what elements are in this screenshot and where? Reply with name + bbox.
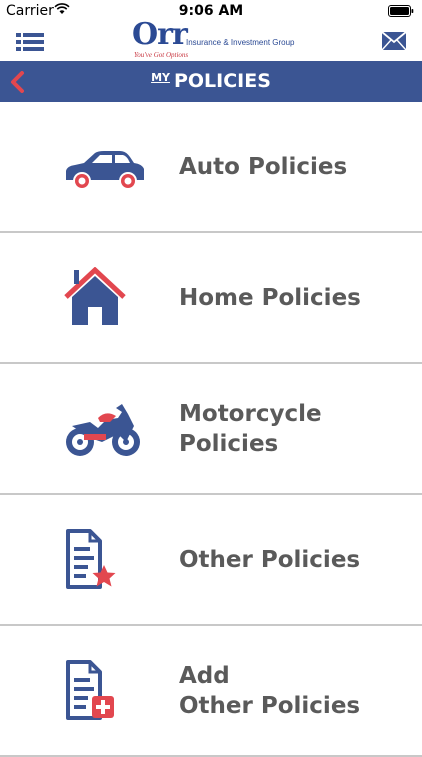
title-text: POLICIES [173,70,271,92]
motorcycle-icon [62,398,144,460]
menu-item-other-policies[interactable]: Other Policies [0,495,422,626]
document-add-icon [62,660,144,722]
hamburger-icon [16,33,44,56]
battery-icon [388,5,414,21]
menu-item-add-other-policies[interactable]: Add Other Policies [0,626,422,757]
logo-subtitle: Insurance & Investment Group [186,38,295,47]
menu-item-label: Motorcycle Policies [179,400,322,457]
title-prefix: MY [151,71,170,84]
company-logo: Orr Insurance & Investment Group You've … [132,17,295,61]
menu-item-auto-policies[interactable]: Auto Policies [0,102,422,233]
mail-button[interactable] [381,31,407,51]
menu-item-label: Add Other Policies [179,662,361,719]
envelope-icon [381,31,407,55]
menu-item-label: Other Policies [179,546,361,573]
menu-item-label: Home Policies [179,284,361,311]
menu-button[interactable] [16,32,44,52]
page-title-bar: MY POLICIES [0,61,422,102]
menu-item-label: Auto Policies [179,153,348,180]
menu-item-motorcycle-policies[interactable]: Motorcycle Policies [0,364,422,495]
logo-wordmark: Orr [132,17,188,52]
document-star-icon [62,529,144,591]
clock: 9:06 AM [178,3,244,19]
house-icon [62,266,144,329]
logo-tagline: You've Got Options [134,51,189,59]
app-header: Orr Insurance & Investment Group You've … [0,17,422,61]
page-title: MY POLICIES [0,61,422,102]
car-icon [62,136,144,198]
status-bar: Carrier 9:06 AM [0,0,422,22]
menu-item-home-policies[interactable]: Home Policies [0,233,422,364]
policy-menu: Auto Policies Home Policies Motorcycle P… [0,102,422,757]
